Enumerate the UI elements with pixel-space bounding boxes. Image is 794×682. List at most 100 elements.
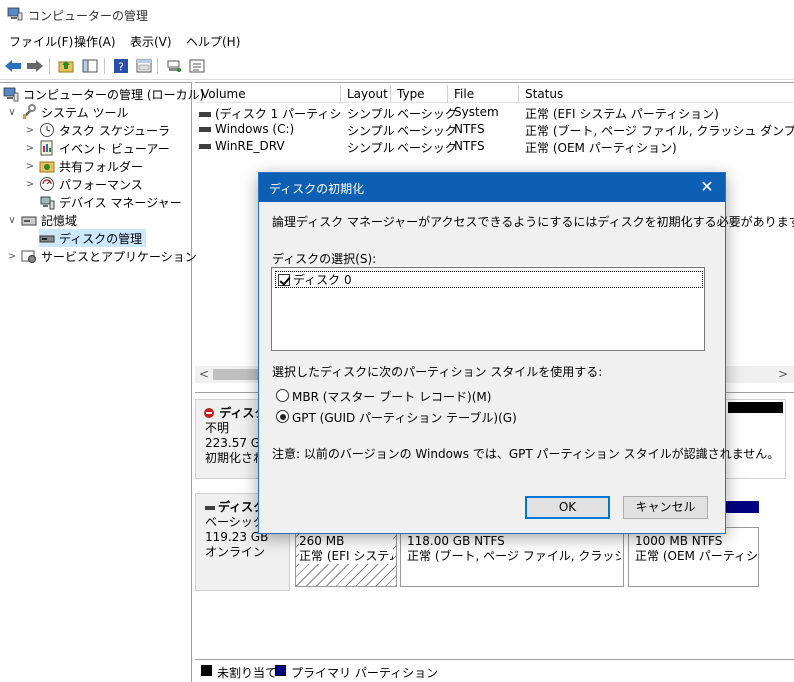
- initialize-disk-dialog: ディスクの初期化 ✕ 論理ディスク マネージャーがアクセスできるようにするにはデ…: [258, 172, 794, 534]
- menu-action[interactable]: 操作(A): [74, 33, 116, 50]
- disk-select-list[interactable]: ディスク 0: [271, 267, 705, 351]
- close-icon[interactable]: ✕: [693, 174, 721, 200]
- tree-item-services-apps[interactable]: > サービスとアプリケーション: [6, 247, 197, 265]
- tree-item-shared-folders[interactable]: > 共有フォルダー: [24, 157, 143, 175]
- collapse-chevron-icon[interactable]: ∨: [6, 215, 18, 226]
- tree-item-storage[interactable]: ∨ 記憶域: [6, 211, 77, 229]
- volume-status: 正常 (EFI システム パーティション): [525, 107, 719, 121]
- scroll-right-icon[interactable]: >: [778, 367, 788, 381]
- mbr-radio[interactable]: [276, 389, 289, 402]
- column-header-status[interactable]: Status: [519, 85, 794, 103]
- drive-icon: [199, 127, 211, 132]
- drive-icon: [199, 112, 211, 117]
- computer-management-icon: [3, 86, 19, 102]
- legend-unallocated-swatch: [201, 665, 212, 676]
- tree-item-performance[interactable]: > パフォーマンス: [24, 175, 143, 193]
- tree-label-task-scheduler: タスク スケジューラ: [59, 123, 170, 138]
- volume-name: WinRE_DRV: [215, 139, 285, 153]
- primary-partition-bar: [722, 501, 759, 513]
- expand-chevron-icon[interactable]: >: [6, 251, 18, 262]
- storage-icon: [21, 212, 37, 228]
- help-icon[interactable]: ?: [111, 56, 131, 76]
- title-bar: コンピューターの管理: [0, 0, 794, 29]
- menu-file[interactable]: ファイル(F): [9, 33, 73, 50]
- computer-management-icon: [7, 7, 23, 21]
- ok-button[interactable]: OK: [525, 496, 610, 519]
- mbr-radio-label[interactable]: MBR (マスター ブート レコード)(M): [292, 388, 491, 405]
- disk-select-label: ディスクの選択(S):: [272, 252, 377, 266]
- disk-management-icon: [39, 230, 55, 246]
- toolbar: ?: [0, 53, 794, 80]
- volume-type: ベーシック: [397, 141, 457, 155]
- window-title: コンピューターの管理: [28, 9, 149, 23]
- tree-item-system-tools[interactable]: ∨ システム ツール: [6, 103, 128, 121]
- disk-icon: [205, 505, 215, 510]
- disk-0-checkbox[interactable]: [278, 273, 290, 286]
- column-header-volume[interactable]: Volume: [195, 85, 341, 103]
- dialog-message: 論理ディスク マネージャーがアクセスできるようにするにはディスクを初期化する必要…: [272, 215, 794, 229]
- volume-layout: シンプル: [347, 124, 395, 138]
- back-icon[interactable]: [3, 56, 23, 76]
- list-item-disk-0[interactable]: ディスク 0: [275, 271, 703, 288]
- expand-chevron-icon[interactable]: >: [24, 161, 36, 172]
- settings-list-icon[interactable]: [187, 56, 207, 76]
- tree-label-root: コンピューターの管理 (ローカル): [23, 87, 205, 102]
- partition-efi[interactable]: 260 MB 正常 (EFI システム パ: [295, 527, 397, 587]
- table-row[interactable]: Windows (C:) シンプル ベーシック NTFS 正常 (ブート, ペー…: [195, 121, 794, 138]
- tree-item-device-manager[interactable]: デバイス マネージャー: [39, 193, 182, 211]
- tree-item-event-viewer[interactable]: > イベント ビューアー: [24, 139, 170, 157]
- table-row[interactable]: WinRE_DRV シンプル ベーシック NTFS 正常 (OEM パーティショ…: [195, 138, 794, 155]
- table-row[interactable]: (ディスク 1 パーティション 1) シンプル ベーシック 正常 (EFI シス…: [195, 104, 794, 121]
- performance-icon: [39, 176, 55, 192]
- scroll-left-icon[interactable]: <: [199, 367, 209, 381]
- navigation-tree: コンピューターの管理 (ローカル) ∨ システム ツール > タスク スケジュー…: [0, 82, 204, 682]
- show-hide-tree-icon[interactable]: [80, 56, 100, 76]
- tree-label-services-apps: サービスとアプリケーション: [41, 249, 197, 264]
- partition-efi-size: 260 MB: [299, 534, 393, 549]
- collapse-chevron-icon[interactable]: ∨: [6, 107, 18, 118]
- expand-chevron-icon[interactable]: >: [24, 143, 36, 154]
- expand-chevron-icon[interactable]: >: [24, 125, 36, 136]
- cancel-button[interactable]: キャンセル: [623, 496, 708, 519]
- column-header-layout[interactable]: Layout: [341, 85, 391, 103]
- tree-item-task-scheduler[interactable]: > タスク スケジューラ: [24, 121, 170, 139]
- partition-efi-status: 正常 (EFI システム パ: [299, 549, 393, 564]
- legend-primary-swatch: [275, 665, 286, 676]
- partition-windows[interactable]: 118.00 GB NTFS 正常 (ブート, ページ ファイル, クラッシュ …: [400, 527, 624, 587]
- volume-layout: シンプル: [347, 107, 395, 121]
- tree-label-system-tools: システム ツール: [41, 105, 129, 120]
- partition-oem[interactable]: 1000 MB NTFS 正常 (OEM パーティション: [628, 527, 759, 587]
- menu-bar: ファイル(F) 操作(A) 表示(V) ヘルプ(H): [0, 31, 794, 51]
- device-manager-icon: [39, 194, 55, 210]
- partition-windows-status: 正常 (ブート, ページ ファイル, クラッシュ ダンプ, プ: [407, 549, 621, 563]
- menu-view[interactable]: 表示(V): [130, 33, 172, 50]
- expand-chevron-icon[interactable]: >: [24, 179, 36, 190]
- disk-1-state: オンライン: [205, 545, 266, 559]
- gpt-radio[interactable]: [276, 410, 289, 423]
- column-header-file-system[interactable]: File System: [448, 85, 519, 119]
- volume-name: Windows (C:): [215, 122, 295, 136]
- forward-icon[interactable]: [25, 56, 45, 76]
- volume-name: (ディスク 1 パーティション 1): [215, 107, 341, 121]
- dialog-title-bar: ディスクの初期化 ✕: [259, 173, 725, 202]
- volume-fs: NTFS: [454, 122, 485, 136]
- volume-layout: シンプル: [347, 141, 395, 155]
- tools-icon: [21, 104, 37, 120]
- connect-icon[interactable]: [164, 56, 184, 76]
- disk-0-item-label: ディスク 0: [293, 273, 352, 287]
- column-header-type[interactable]: Type: [391, 85, 448, 103]
- menu-help[interactable]: ヘルプ(H): [186, 33, 240, 50]
- up-folder-icon[interactable]: [56, 56, 76, 76]
- legend: 未割り当て プライマリ パーティション: [195, 659, 794, 682]
- dialog-title: ディスクの初期化: [269, 182, 365, 196]
- disk-error-icon: [204, 407, 215, 418]
- shared-folder-icon: [39, 158, 55, 174]
- tree-item-root[interactable]: コンピューターの管理 (ローカル): [3, 85, 204, 103]
- tree-item-disk-management[interactable]: ディスクの管理: [39, 229, 147, 247]
- gpt-radio-label[interactable]: GPT (GUID パーティション テーブル)(G): [292, 409, 517, 426]
- volume-status: 正常 (ブート, ページ ファイル, クラッシュ ダンプ, プライマリ パ: [525, 124, 794, 138]
- tree-label-performance: パフォーマンス: [59, 177, 143, 192]
- dialog-note: 注意: 以前のバージョンの Windows では、GPT パーティション スタイ…: [272, 447, 780, 461]
- legend-unallocated: 未割り当て: [217, 666, 278, 680]
- properties-icon[interactable]: [134, 56, 154, 76]
